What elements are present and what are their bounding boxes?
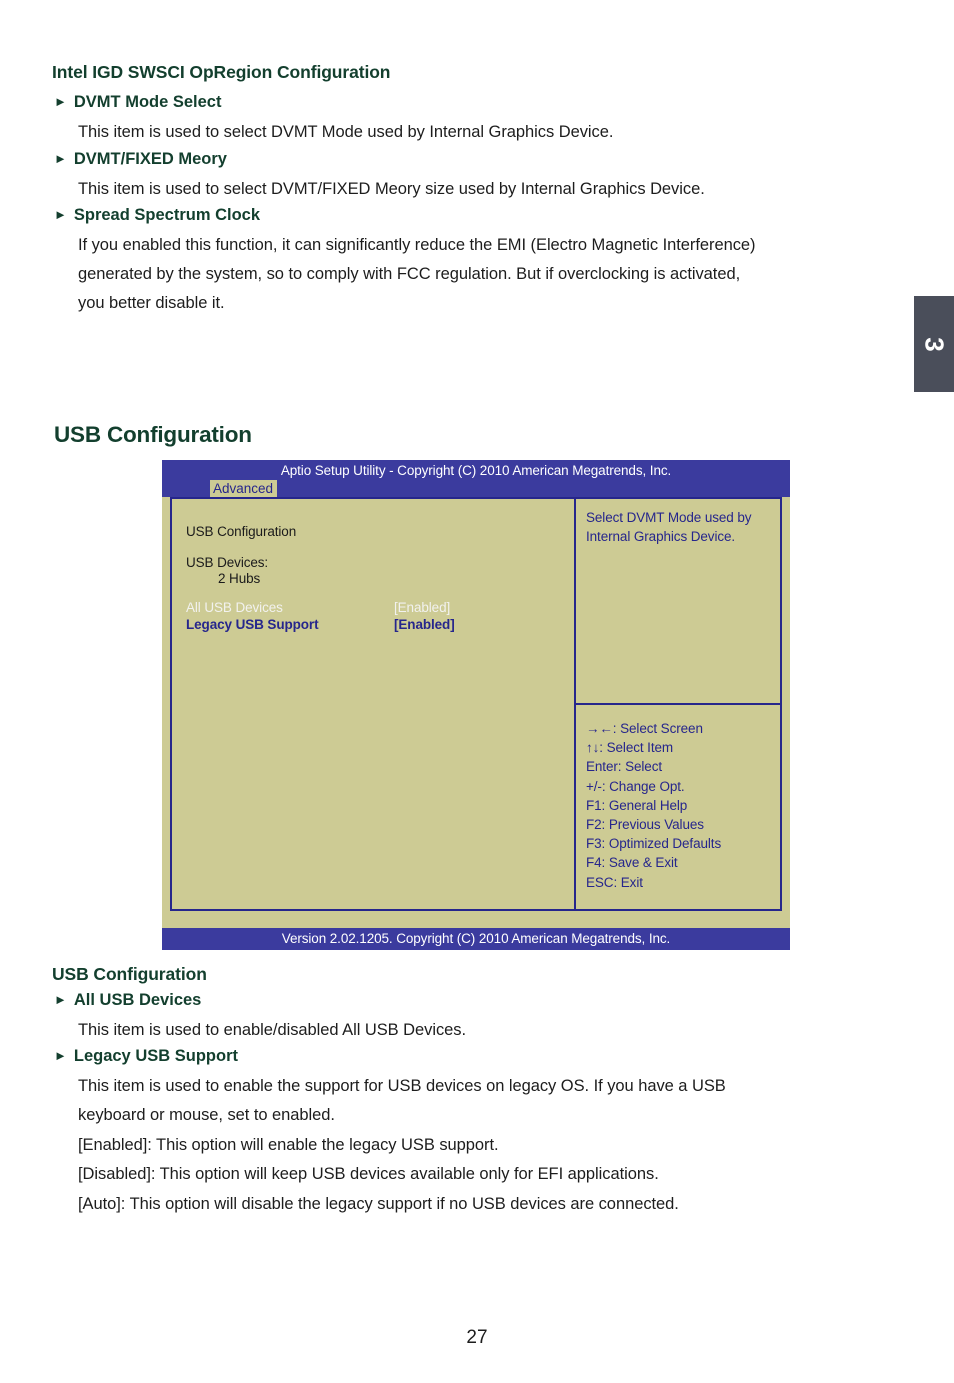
bios-title-bar: Aptio Setup Utility - Copyright (C) 2010…	[162, 460, 790, 497]
triangle-bullet-icon: ►	[54, 1048, 67, 1063]
bios-section-title: USB Configuration	[186, 524, 297, 539]
chapter-tab-number: 3	[919, 336, 950, 352]
triangle-bullet-icon: ►	[54, 992, 67, 1007]
bullet-item-all-usb-devices: ► All USB Devices	[54, 991, 201, 1010]
page-number: 27	[466, 1327, 488, 1348]
section-heading-usb: USB Configuration	[52, 964, 207, 984]
triangle-bullet-icon: ►	[54, 94, 67, 109]
body-text-spread-spectrum-2: you better disable it.	[78, 294, 225, 312]
triangle-bullet-icon: ►	[54, 207, 67, 222]
triangle-bullet-icon: ►	[54, 151, 67, 166]
body-text-legacy-usb-support-0: This item is used to enable the support …	[78, 1077, 726, 1095]
bios-usb-devices-label: USB Devices:	[186, 555, 269, 570]
body-text-all-usb-devices-0: This item is used to enable/disabled All…	[78, 1021, 467, 1039]
body-text-legacy-usb-support-4: [Auto]: This option will disable the leg…	[78, 1195, 679, 1213]
bullet-item-dvmt-fixed-memory: ► DVMT/FIXED Meory	[54, 150, 227, 169]
body-text-spread-spectrum-0: If you enabled this function, it can sig…	[78, 236, 756, 254]
body-text-legacy-usb-support-3: [Disabled]: This option will keep USB de…	[78, 1165, 659, 1183]
bullet-item-label: All USB Devices	[73, 991, 202, 1009]
key-legend-enter-select: Enter: Select	[586, 759, 662, 775]
bios-help-text-area: Select DVMT Mode used by Internal Graphi…	[576, 499, 780, 705]
bullet-item-label: Legacy USB Support	[73, 1047, 238, 1065]
key-legend-change-opt: +/-: Change Opt.	[586, 778, 685, 794]
bullet-item-label: DVMT Mode Select	[73, 93, 222, 111]
key-legend-select-screen: →←: Select Screen	[586, 721, 703, 736]
key-legend-f3-optimized-defaults: F3: Optimized Defaults	[586, 836, 722, 852]
bios-key-legend: →←: Select Screen ↑↓: Select Item Enter:…	[576, 705, 780, 892]
key-legend-f1-general-help: F1: General Help	[586, 797, 688, 813]
body-text-legacy-usb-support-2: [Enabled]: This option will enable the l…	[78, 1136, 499, 1154]
bios-help-line: Internal Graphics Device.	[586, 528, 736, 544]
bios-help-panel: Select DVMT Mode used by Internal Graphi…	[576, 499, 780, 909]
bullet-item-dvmt-mode-select: ► DVMT Mode Select	[54, 93, 221, 112]
bios-settings-panel: USB Configuration USB Devices: 2 Hubs Al…	[172, 499, 576, 909]
bios-usb-devices-value: 2 Hubs	[218, 571, 261, 586]
bios-setting-all-usb-devices-label[interactable]: All USB Devices	[186, 600, 283, 615]
body-text-legacy-usb-support-1: keyboard or mouse, set to enabled.	[78, 1106, 335, 1124]
bullet-item-legacy-usb-support: ► Legacy USB Support	[54, 1047, 238, 1066]
bullet-item-label: DVMT/FIXED Meory	[73, 150, 227, 168]
manual-page: Intel IGD SWSCI OpRegion Configuration ►…	[0, 0, 954, 1383]
page-title: USB Configuration	[54, 422, 252, 447]
section-heading-igd: Intel IGD SWSCI OpRegion Configuration	[52, 62, 391, 82]
body-text-dvmt-fixed-memory-0: This item is used to select DVMT/FIXED M…	[78, 180, 705, 198]
bios-title-text: Aptio Setup Utility - Copyright (C) 2010…	[280, 463, 672, 478]
bios-content-area: USB Configuration USB Devices: 2 Hubs Al…	[170, 497, 782, 911]
bios-setting-all-usb-devices-value[interactable]: [Enabled]	[394, 600, 450, 615]
key-legend-f4-save-exit: F4: Save & Exit	[586, 855, 678, 871]
bios-help-line: Select DVMT Mode used by	[586, 510, 752, 525]
bullet-item-spread-spectrum-clock: ► Spread Spectrum Clock	[54, 206, 260, 225]
chapter-tab: 3	[914, 296, 954, 392]
body-text-dvmt-mode-select-0: This item is used to select DVMT Mode us…	[78, 123, 614, 141]
key-legend-f2-previous-values: F2: Previous Values	[586, 817, 704, 833]
bios-setup-window: Aptio Setup Utility - Copyright (C) 2010…	[162, 460, 790, 950]
bios-setting-legacy-usb-support-label[interactable]: Legacy USB Support	[186, 617, 319, 632]
key-legend-select-item: ↑↓: Select Item	[586, 740, 674, 756]
bios-menu-tab-advanced[interactable]: Advanced	[210, 480, 278, 497]
body-text-spread-spectrum-1: generated by the system, so to comply wi…	[78, 265, 741, 283]
bios-setting-legacy-usb-support-value[interactable]: [Enabled]	[394, 617, 455, 632]
key-legend-esc-exit: ESC: Exit	[586, 874, 643, 890]
bullet-item-label: Spread Spectrum Clock	[73, 206, 261, 224]
bios-footer-bar: Version 2.02.1205. Copyright (C) 2010 Am…	[162, 928, 790, 950]
